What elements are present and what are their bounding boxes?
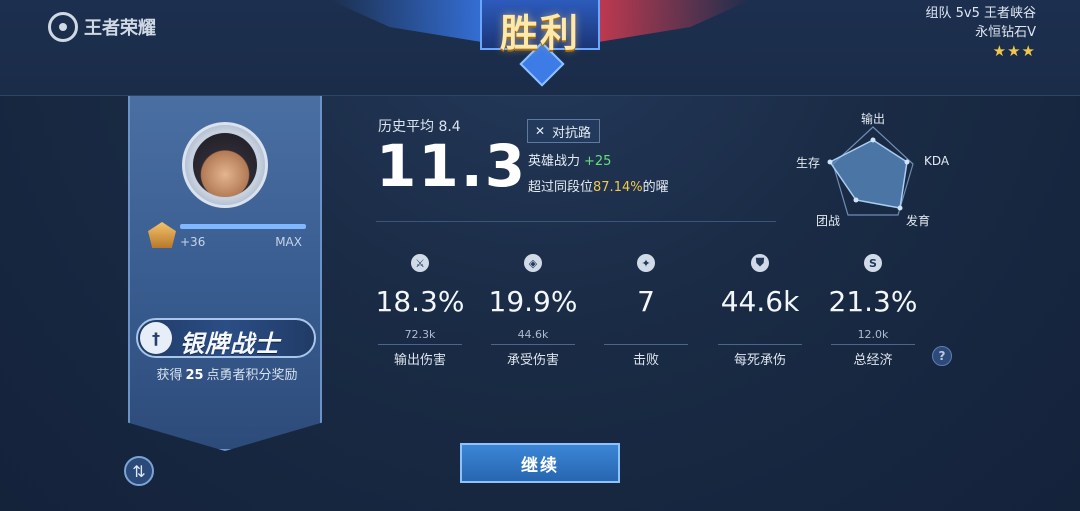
- stat-damage-taken: ◈ 19.9% 44.6k 承受伤害: [483, 254, 583, 368]
- banner-left-wing: [330, 0, 500, 45]
- damage-dealt-icon: ⚔: [411, 254, 429, 272]
- hero-power-delta: +25: [584, 154, 612, 169]
- stat-value: 21.3%: [828, 285, 918, 318]
- hero-power-label: 英雄战力: [528, 154, 581, 169]
- rank-emblem-icon: [148, 222, 176, 248]
- toggle-view-button[interactable]: ⇅: [124, 456, 154, 486]
- reward-amount: 25: [185, 368, 204, 383]
- section-divider: [376, 221, 776, 222]
- kills-icon: ✦: [637, 254, 655, 272]
- performance-badge: † 银牌战士: [136, 318, 316, 358]
- reward-prefix: 获得: [156, 368, 183, 383]
- stat-total-gold: S 21.3% 12.0k 总经济: [823, 254, 923, 368]
- exceed-prefix: 超过同段位: [528, 180, 594, 195]
- stat-value: 18.3%: [375, 285, 465, 318]
- hero-power: 英雄战力 +25: [528, 150, 611, 169]
- radar-point-output: [870, 137, 876, 143]
- stat-label: 击败: [632, 353, 659, 368]
- exceed-percent: 87.14%: [593, 180, 643, 195]
- xp-max-label: MAX: [275, 235, 302, 249]
- stat-underline: [491, 344, 575, 345]
- stat-sub-value: 12.0k: [857, 328, 889, 341]
- stat-kills: ✦ 7 击败: [596, 254, 696, 368]
- ability-radar-chart: 输出 KDA 发育 团战 生存: [790, 102, 970, 237]
- xp-progress-fill: [180, 224, 306, 229]
- stat-sub-value: [596, 328, 696, 342]
- victory-banner: 胜利: [330, 0, 750, 87]
- gold-icon: S: [864, 254, 882, 272]
- rank-name: 永恒钻石V: [975, 25, 1036, 40]
- stat-damage-per-death: ⛊ 44.6k 每死承伤: [710, 254, 810, 368]
- match-mode: 组队 5v5 王者峡谷: [925, 6, 1036, 21]
- rank-stars: ★★★: [992, 42, 1036, 60]
- game-logo: 王者荣耀: [48, 12, 156, 42]
- player-panel: +36 MAX † 银牌战士 获得 25 点勇者积分奖励: [128, 96, 322, 451]
- radar-point-kda: [904, 159, 910, 165]
- stat-label: 每死承伤: [733, 353, 786, 368]
- logo-text: 王者荣耀: [84, 18, 156, 39]
- banner-right-wing: [580, 0, 750, 45]
- hero-portrait-icon: [193, 133, 257, 197]
- radar-label-output: 输出: [861, 112, 886, 126]
- badge-title: 银牌战士: [180, 330, 280, 358]
- radar-label-kda: KDA: [924, 154, 950, 168]
- radar-label-teamfight: 团战: [816, 214, 841, 228]
- continue-button[interactable]: 继续: [460, 443, 620, 483]
- radar-label-growth: 发育: [906, 214, 931, 228]
- stat-underline: [831, 344, 915, 345]
- top-bar: 王者荣耀 胜利 组队 5v5 王者峡谷 永恒钻石V ★★★: [0, 0, 1080, 96]
- reward-suffix: 点勇者积分奖励: [206, 368, 298, 383]
- radar-value-shape: [828, 139, 908, 209]
- radar-point-survival: [827, 159, 833, 165]
- match-info: 组队 5v5 王者峡谷 永恒钻石V ★★★: [925, 4, 1036, 61]
- sword-icon: †: [140, 322, 172, 354]
- stat-underline: [718, 344, 802, 345]
- stat-damage-dealt: ⚔ 18.3% 72.3k 输出伤害: [370, 254, 470, 368]
- stat-value: 19.9%: [488, 285, 578, 318]
- lane-label: 对抗路: [552, 125, 592, 141]
- stat-label: 总经济: [853, 353, 893, 368]
- stat-sub-value: 72.3k: [404, 328, 436, 341]
- xp-progress-bar: [180, 224, 306, 229]
- match-score: 11.3: [376, 132, 528, 200]
- stat-label: 输出伤害: [393, 353, 446, 368]
- crossed-swords-icon: ✕: [534, 124, 546, 138]
- hero-avatar[interactable]: [182, 122, 268, 208]
- stat-sub-value: 44.6k: [517, 328, 549, 341]
- exceed-suffix: 的曜: [642, 180, 669, 195]
- xp-gain: +36: [180, 235, 206, 249]
- reward-text: 获得 25 点勇者积分奖励: [130, 364, 322, 383]
- stat-underline: [378, 344, 462, 345]
- stat-value: 7: [637, 285, 655, 318]
- swap-arrows-icon: ⇅: [132, 461, 146, 481]
- radar-label-survival: 生存: [796, 156, 821, 170]
- stat-underline: [604, 344, 688, 345]
- victory-title: 胜利: [499, 11, 580, 55]
- stat-value: 44.6k: [720, 285, 800, 318]
- radar-point-teamfight: [853, 197, 859, 203]
- help-icon[interactable]: ?: [932, 346, 952, 366]
- shield-icon: ⛊: [751, 254, 769, 272]
- radar-point-growth: [897, 205, 903, 211]
- stat-label: 承受伤害: [506, 353, 559, 368]
- damage-taken-icon: ◈: [524, 254, 542, 272]
- exceed-text: 超过同段位87.14%的曜: [528, 176, 669, 195]
- lane-tag: ✕ 对抗路: [527, 119, 601, 143]
- logo-mark-icon: [48, 12, 78, 42]
- stat-sub-value: [710, 328, 810, 342]
